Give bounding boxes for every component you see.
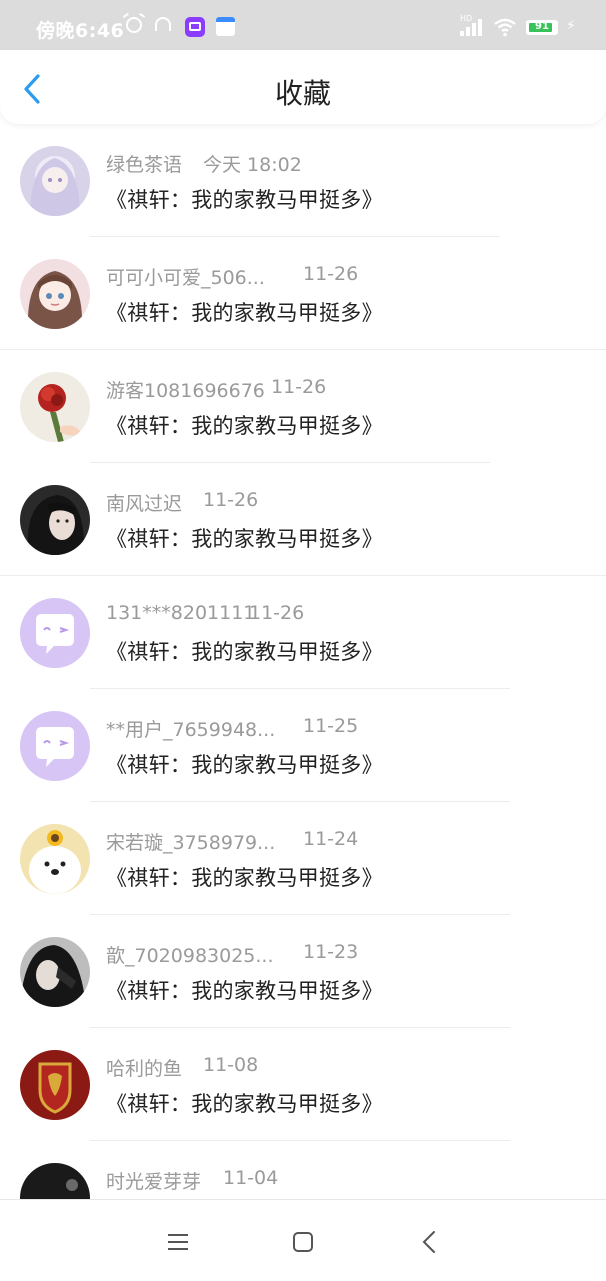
username: 可可小可爱_506... — [106, 267, 265, 289]
avatar[interactable] — [20, 1163, 90, 1199]
username: 131***8201111 — [106, 602, 256, 624]
timestamp: 11-26 — [203, 489, 259, 511]
list-item[interactable]: **用户_7659948... 11-25 《祺轩：我的家教马甲挺多》 — [0, 689, 606, 802]
avatar[interactable] — [20, 1050, 90, 1120]
avatar[interactable] — [20, 146, 90, 216]
item-meta: 哈利的鱼 11-08 — [106, 1054, 258, 1081]
timestamp: 11-08 — [203, 1054, 259, 1076]
book-title: 《祺轩：我的家教马甲挺多》 — [106, 527, 383, 551]
status-time: 傍晚6:46 — [36, 20, 125, 42]
item-meta: 131***8201111 11-26 — [106, 602, 304, 624]
list-item[interactable]: 时光爱芽芽 11-04 — [0, 1141, 606, 1199]
list-item[interactable]: 可可小可爱_506... 11-26 《祺轩：我的家教马甲挺多》 — [0, 237, 606, 350]
battery-icon: 91 — [526, 20, 558, 35]
avatar[interactable] — [20, 372, 90, 442]
headset-icon — [155, 17, 171, 31]
signal-icon — [460, 18, 484, 36]
username: 歆_7020983025... — [106, 945, 274, 967]
item-meta: 时光爱芽芽 11-04 — [106, 1167, 278, 1194]
timestamp: 今天 18:02 — [203, 154, 302, 176]
favorites-list: 绿色茶语 今天 18:02 《祺轩：我的家教马甲挺多》 可可小可爱_506...… — [0, 124, 606, 1199]
book-title: 《祺轩：我的家教马甲挺多》 — [106, 301, 383, 325]
list-item[interactable]: 宋若璇_3758979... 11-24 《祺轩：我的家教马甲挺多》 — [0, 802, 606, 915]
list-item[interactable]: 歆_7020983025... 11-23 《祺轩：我的家教马甲挺多》 — [0, 915, 606, 1028]
home-button[interactable] — [288, 1227, 318, 1257]
status-bar: 傍晚6:46 HD 91 ⚡ — [0, 0, 606, 50]
list-item[interactable]: 南风过迟 11-26 《祺轩：我的家教马甲挺多》 — [0, 463, 606, 576]
username: 游客1081696676 — [106, 380, 265, 402]
timestamp: 11-04 — [223, 1167, 279, 1189]
item-meta: **用户_7659948... 11-25 — [106, 715, 358, 742]
username: **用户_7659948... — [106, 719, 276, 741]
timestamp: 11-26 — [303, 263, 359, 285]
item-meta: 绿色茶语 今天 18:02 — [106, 150, 302, 177]
book-title: 《祺轩：我的家教马甲挺多》 — [106, 866, 383, 890]
item-meta: 南风过迟 11-26 — [106, 489, 258, 516]
back-chevron-icon — [422, 1231, 435, 1253]
timestamp: 11-23 — [303, 941, 359, 963]
username: 时光爱芽芽 — [106, 1171, 202, 1193]
item-meta: 可可小可爱_506... 11-26 — [106, 263, 358, 290]
list-item[interactable]: 131***8201111 11-26 《祺轩：我的家教马甲挺多》 — [0, 576, 606, 689]
timestamp: 11-26 — [249, 602, 305, 624]
timestamp: 11-26 — [271, 376, 327, 398]
system-back-button[interactable] — [415, 1227, 445, 1257]
charging-icon: ⚡ — [566, 18, 576, 34]
app-badge-icon — [185, 17, 205, 37]
avatar[interactable] — [20, 598, 90, 668]
book-title: 《祺轩：我的家教马甲挺多》 — [106, 188, 383, 212]
avatar[interactable] — [20, 485, 90, 555]
calendar-icon — [216, 17, 235, 36]
alarm-icon — [126, 17, 142, 33]
username: 南风过迟 — [106, 493, 183, 515]
battery-text: 91 — [535, 21, 549, 32]
book-title: 《祺轩：我的家教马甲挺多》 — [106, 979, 383, 1003]
timestamp: 11-24 — [303, 828, 359, 850]
page-title: 收藏 — [274, 77, 331, 110]
list-item[interactable]: 哈利的鱼 11-08 《祺轩：我的家教马甲挺多》 — [0, 1028, 606, 1141]
book-title: 《祺轩：我的家教马甲挺多》 — [106, 640, 383, 664]
book-title: 《祺轩：我的家教马甲挺多》 — [106, 753, 383, 777]
item-meta: 宋若璇_3758979... 11-24 — [106, 828, 358, 855]
username: 绿色茶语 — [106, 154, 183, 176]
wifi-icon — [493, 17, 517, 37]
list-item[interactable]: 绿色茶语 今天 18:02 《祺轩：我的家教马甲挺多》 — [0, 124, 606, 237]
system-nav-bar — [0, 1199, 606, 1281]
avatar[interactable] — [20, 711, 90, 781]
item-meta: 歆_7020983025... 11-23 — [106, 941, 358, 968]
avatar[interactable] — [20, 824, 90, 894]
menu-icon — [168, 1234, 188, 1250]
book-title: 《祺轩：我的家教马甲挺多》 — [106, 414, 383, 438]
avatar[interactable] — [20, 937, 90, 1007]
avatar[interactable] — [20, 259, 90, 329]
username: 宋若璇_3758979... — [106, 832, 276, 854]
home-square-icon — [293, 1232, 313, 1252]
menu-button[interactable] — [163, 1227, 193, 1257]
header: 收藏 — [0, 50, 606, 124]
item-meta: 游客1081696676 11-26 — [106, 376, 326, 403]
book-title: 《祺轩：我的家教马甲挺多》 — [106, 1092, 383, 1116]
timestamp: 11-25 — [303, 715, 359, 737]
username: 哈利的鱼 — [106, 1058, 183, 1080]
list-item[interactable]: 游客1081696676 11-26 《祺轩：我的家教马甲挺多》 — [0, 350, 606, 463]
